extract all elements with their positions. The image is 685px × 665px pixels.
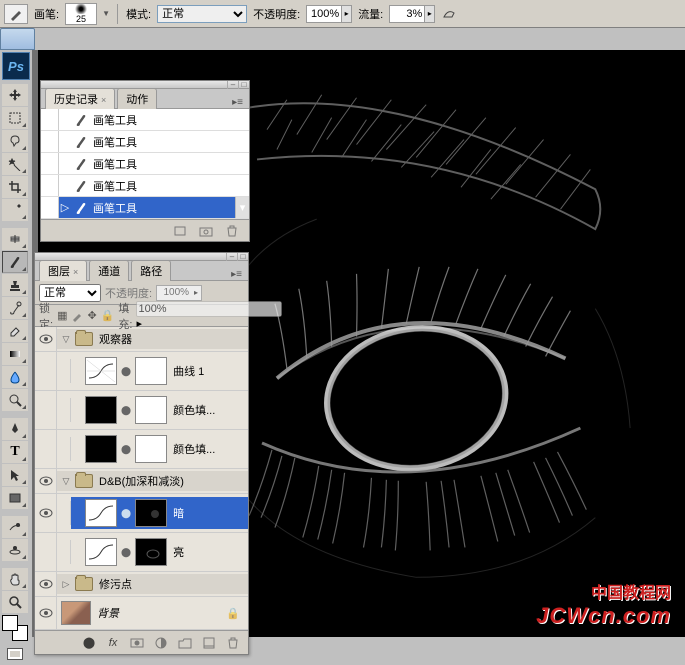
lock-position-icon[interactable]: ✥ — [87, 308, 96, 324]
history-panel: –□ 历史记录× 动作 ▸≡ 画笔工具 画笔工具 画笔工具 画笔工具 ▷画笔工具… — [40, 80, 250, 242]
history-list: 画笔工具 画笔工具 画笔工具 画笔工具 ▷画笔工具▾ — [41, 109, 249, 219]
history-item[interactable]: ▷画笔工具▾ — [41, 197, 249, 219]
snapshot-icon[interactable] — [197, 223, 215, 239]
photoshop-logo: Ps — [2, 52, 30, 80]
healing-tool[interactable] — [2, 228, 28, 250]
watermark: 中国教程网 JCWcn.com — [536, 579, 671, 629]
minimize-icon[interactable]: – — [227, 81, 238, 89]
shape-tool[interactable] — [2, 487, 28, 509]
brush-preset-picker[interactable]: 25 — [65, 3, 97, 25]
pen-tool[interactable] — [2, 418, 28, 440]
layer-opacity-label: 不透明度: — [105, 285, 152, 301]
eye-icon[interactable] — [39, 579, 53, 589]
wand-tool[interactable] — [2, 153, 28, 175]
gradient-tool[interactable] — [2, 343, 28, 365]
layer-item[interactable]: ⬤暗 — [35, 494, 248, 533]
dodge-tool[interactable] — [2, 389, 28, 411]
history-item[interactable]: 画笔工具 — [41, 109, 249, 131]
blend-mode-select[interactable]: 正常 — [157, 5, 247, 23]
layer-group[interactable]: ▽D&B(加深和减淡) — [35, 469, 248, 494]
opacity-input[interactable]: ▸ — [306, 5, 352, 23]
layer-group[interactable]: ▷修污点 — [35, 572, 248, 597]
tab-paths[interactable]: 路径 — [131, 260, 171, 281]
chevron-down-icon[interactable]: ▼ — [101, 4, 111, 24]
history-brush-tool[interactable] — [2, 297, 28, 319]
folder-icon — [75, 332, 93, 346]
history-item[interactable]: 画笔工具 — [41, 153, 249, 175]
hand-tool[interactable] — [2, 568, 28, 590]
layers-panel: –□ 图层× 通道 路径 ▸≡ 正常 不透明度: ▸ 锁定: ▦ ✥ 🔒 填充:… — [34, 252, 249, 655]
fill-label: 填充: — [118, 300, 132, 332]
layer-tree: ▽观察器 ⬤曲线 1 ⬤颜色填... ⬤颜色填... ▽D&B(加深和减淡) ⬤… — [35, 327, 248, 630]
opacity-label: 不透明度: — [251, 6, 302, 22]
folder-icon — [75, 474, 93, 488]
mode-label: 模式: — [124, 6, 153, 22]
layer-opacity-input[interactable]: ▸ — [156, 285, 202, 301]
move-tool[interactable] — [2, 84, 28, 106]
stamp-tool[interactable] — [2, 274, 28, 296]
brush-label: 画笔: — [32, 6, 61, 22]
document-tab[interactable] — [0, 28, 35, 50]
folder-icon — [75, 577, 93, 591]
tool-preset-picker[interactable] — [4, 4, 28, 24]
lock-icon: 🔒 — [226, 607, 240, 620]
flow-input[interactable]: ▸ — [389, 5, 435, 23]
tab-history[interactable]: 历史记录× — [45, 88, 115, 109]
3d-camera-tool[interactable] — [2, 539, 28, 561]
type-tool[interactable]: T — [2, 441, 28, 463]
panel-menu-icon[interactable]: ▸≡ — [226, 97, 249, 108]
flow-label: 流量: — [356, 6, 385, 22]
layer-group[interactable]: ▽观察器 — [35, 327, 248, 352]
marquee-tool[interactable] — [2, 107, 28, 129]
lock-all-icon[interactable]: 🔒 — [101, 308, 115, 324]
foreground-color[interactable] — [2, 615, 18, 631]
lasso-tool[interactable] — [2, 130, 28, 152]
minimize-icon[interactable]: – — [226, 253, 237, 261]
panel-menu-icon[interactable]: ▸≡ — [225, 269, 248, 280]
close-icon[interactable]: □ — [237, 253, 248, 261]
3d-tool[interactable] — [2, 516, 28, 538]
eye-icon[interactable] — [39, 476, 53, 486]
layer-item[interactable]: ⬤颜色填... — [35, 391, 248, 430]
tools-palette: T — [2, 84, 32, 665]
crop-tool[interactable] — [2, 176, 28, 198]
layer-item[interactable]: ⬤曲线 1 — [35, 352, 248, 391]
eyedropper-tool[interactable] — [2, 199, 28, 221]
eye-icon[interactable] — [39, 334, 53, 344]
tab-actions[interactable]: 动作 — [117, 88, 157, 109]
eye-icon[interactable] — [39, 608, 53, 618]
lock-pixels-icon[interactable] — [71, 308, 83, 324]
zoom-tool[interactable] — [2, 591, 28, 613]
trash-icon[interactable] — [223, 223, 241, 239]
scroll-down-icon[interactable]: ▾ — [235, 197, 249, 218]
close-icon[interactable]: □ — [238, 81, 249, 89]
blur-tool[interactable] — [2, 366, 28, 388]
path-select-tool[interactable] — [2, 464, 28, 486]
layer-item[interactable]: 背景🔒 — [35, 597, 248, 630]
history-item[interactable]: 画笔工具 — [41, 175, 249, 197]
color-swatches[interactable] — [2, 615, 28, 641]
layer-item[interactable]: ⬤颜色填... — [35, 430, 248, 469]
eraser-tool[interactable] — [2, 320, 28, 342]
airbrush-icon[interactable] — [439, 4, 461, 24]
quick-mask-toggle[interactable] — [2, 643, 28, 665]
layer-fill-input[interactable]: ▸ — [136, 301, 282, 330]
options-bar: 画笔: 25 ▼ 模式: 正常 不透明度: ▸ 流量: ▸ — [0, 0, 685, 28]
history-item[interactable]: 画笔工具 — [41, 131, 249, 153]
brush-tool[interactable] — [2, 251, 28, 273]
eye-icon[interactable] — [39, 508, 53, 518]
lock-transparency-icon[interactable]: ▦ — [57, 308, 67, 324]
tab-layers[interactable]: 图层× — [39, 260, 87, 281]
new-doc-from-state-icon[interactable] — [171, 223, 189, 239]
layer-item[interactable]: ⬤亮 — [35, 533, 248, 572]
tab-channels[interactable]: 通道 — [89, 260, 129, 281]
